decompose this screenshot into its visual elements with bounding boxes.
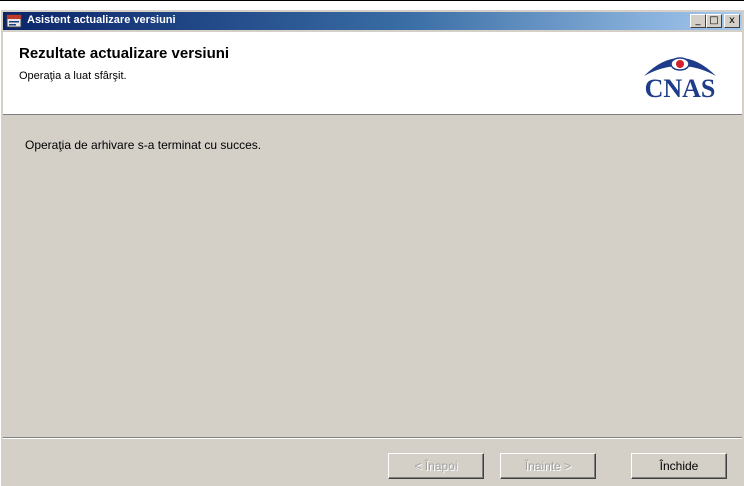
page-title: Rezultate actualizare versiuni [19,45,230,62]
result-message: Operaţia de arhivare s-a terminat cu suc… [25,138,262,152]
maximize-button[interactable]: □ [706,14,722,28]
logo-text: CNAS [644,74,716,103]
screen-top-border [0,0,744,1]
title-bar[interactable]: Asistent actualizare versiuni _ □ x [3,12,742,30]
app-icon [6,14,22,28]
back-button[interactable]: < Înapoi [388,453,484,479]
window-title: Asistent actualizare versiuni [27,14,176,26]
cnas-logo: CNAS [624,46,736,106]
page-subtitle: Operaţia a luat sfârşit. [19,70,127,82]
footer-separator [3,437,742,439]
close-button[interactable]: Închide [631,453,727,479]
wizard-window: Asistent actualizare versiuni _ □ x Rezu… [0,9,744,486]
minimize-button[interactable]: _ [690,14,706,28]
wizard-header: Rezultate actualizare versiuni Operaţia … [3,32,742,115]
close-window-button[interactable]: x [724,14,740,28]
next-button[interactable]: Înainte > [500,453,596,479]
wizard-content: Operaţia de arhivare s-a terminat cu suc… [3,115,742,433]
